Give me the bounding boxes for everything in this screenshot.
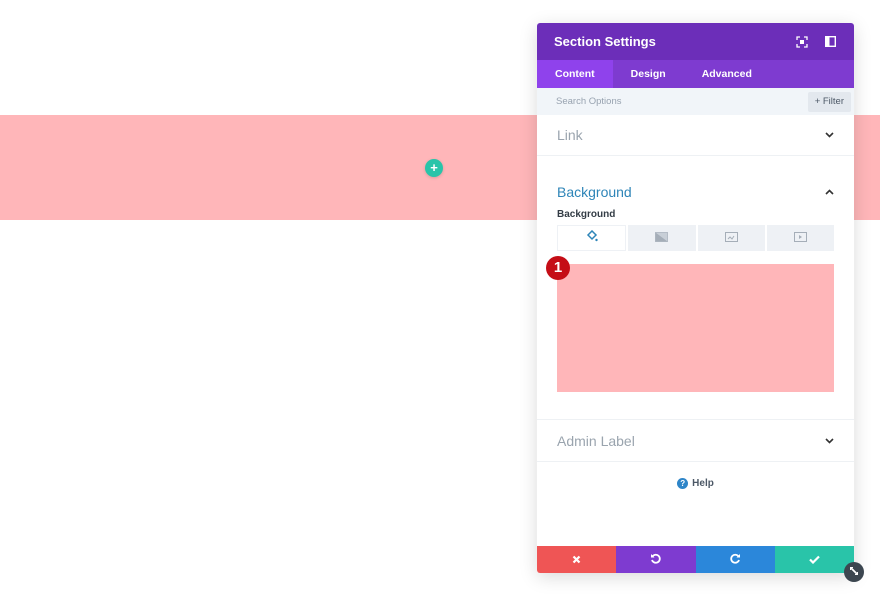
bg-tab-video[interactable] [766,225,834,251]
step-badge: 1 [546,256,570,280]
tab-content[interactable]: Content [537,60,613,88]
video-icon [793,229,807,247]
admin-label-group: Admin Label [537,420,854,462]
help-link[interactable]: ? Help [537,478,854,489]
color-fill-icon [586,229,598,247]
admin-label-group-title: Admin Label [557,432,635,449]
link-group-title: Link [557,127,583,143]
background-group-title: Background [557,183,632,200]
help-label: Help [692,478,714,489]
page-canvas: + Section Settings Content Design Advanc… [0,0,880,594]
chevron-down-icon [824,436,834,446]
check-icon [809,553,820,567]
split-view-icon[interactable] [823,35,837,49]
link-group-toggle[interactable]: Link [537,115,854,155]
close-icon [572,553,581,567]
resize-handle[interactable] [844,562,864,582]
image-icon [724,229,738,247]
help-icon: ? [677,478,689,489]
section-settings-panel: Section Settings Content Design Advanced… [537,23,854,573]
background-group: Background Background 1 [537,156,854,420]
search-row: + Filter [537,88,854,115]
admin-label-group-toggle[interactable]: Admin Label [537,420,854,461]
panel-title: Section Settings [554,34,656,49]
undo-button[interactable] [616,546,696,573]
link-group: Link [537,115,854,156]
tab-advanced[interactable]: Advanced [684,60,770,88]
tab-design[interactable]: Design [613,60,684,88]
add-row-button[interactable]: + [425,159,443,177]
redo-button[interactable] [695,546,775,573]
chevron-up-icon [824,187,834,197]
filter-button[interactable]: + Filter [807,91,851,112]
undo-icon [650,553,662,567]
panel-tabs: Content Design Advanced [537,60,854,88]
background-group-toggle[interactable]: Background [537,156,854,211]
redo-icon [729,553,741,567]
bg-tab-gradient[interactable] [628,225,696,251]
background-color-preview[interactable]: 1 [546,256,834,392]
gradient-icon [655,229,669,247]
cancel-button[interactable] [537,546,617,573]
search-options-input[interactable] [556,96,756,107]
resize-icon [849,563,859,581]
panel-footer [537,546,854,573]
save-button[interactable] [774,546,854,573]
bg-tab-color[interactable] [557,225,627,251]
background-field-label: Background [557,209,616,220]
chevron-down-icon [824,130,834,140]
bg-tab-image[interactable] [697,225,765,251]
background-type-tabs [557,225,834,251]
expand-icon[interactable] [795,35,809,49]
panel-header[interactable]: Section Settings [537,23,854,60]
